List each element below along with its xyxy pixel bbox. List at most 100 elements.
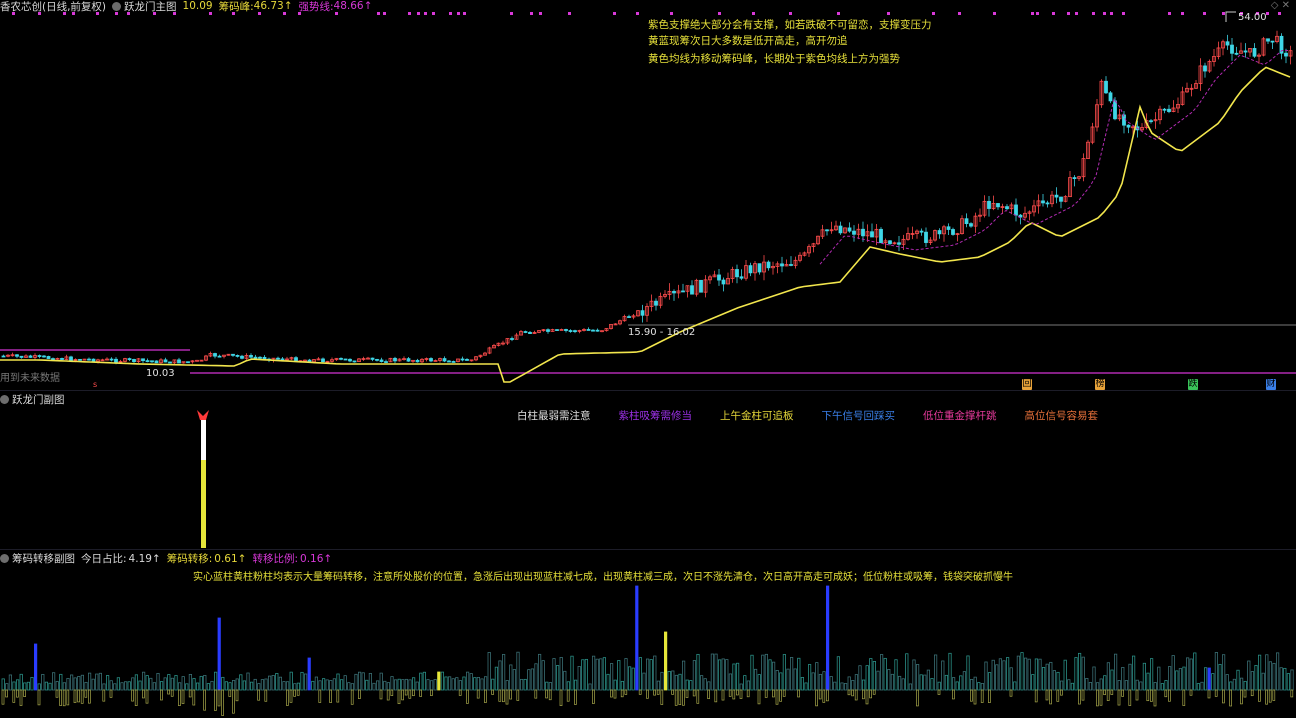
candle-body bbox=[861, 228, 865, 237]
transfer-bar-negative bbox=[534, 689, 538, 699]
transfer-bar bbox=[1229, 681, 1233, 691]
transfer-bar bbox=[264, 678, 268, 691]
transfer-bar-negative bbox=[1060, 689, 1063, 696]
transfer-bar-negative bbox=[509, 689, 512, 700]
transfer-bar bbox=[642, 672, 646, 691]
transfer-bar-negative bbox=[1049, 689, 1052, 705]
transfer-bar bbox=[646, 658, 650, 691]
transfer-bar bbox=[919, 674, 923, 691]
transfer-bar bbox=[501, 654, 506, 691]
transfer-bar-negative bbox=[728, 689, 732, 697]
transfer-bar bbox=[660, 671, 664, 691]
candle-body bbox=[258, 356, 262, 359]
transfer-bar bbox=[404, 678, 409, 691]
transfer-bar bbox=[231, 679, 236, 691]
transfer-bar-negative bbox=[1240, 689, 1243, 705]
transfer-bar bbox=[311, 680, 315, 691]
transfer-bar bbox=[253, 678, 257, 691]
transfer-bar-negative bbox=[620, 689, 624, 698]
settings-icon[interactable] bbox=[0, 554, 9, 563]
transfer-bar bbox=[757, 674, 761, 691]
transfer-bar-negative bbox=[847, 689, 851, 696]
transfer-bar bbox=[1049, 661, 1053, 691]
transfer-bar-negative bbox=[102, 689, 106, 702]
candle-body bbox=[1014, 204, 1018, 216]
transfer-bar bbox=[700, 675, 704, 691]
transfer-bar bbox=[588, 683, 592, 691]
candle-body bbox=[1243, 50, 1248, 53]
transfer-bar bbox=[1146, 672, 1150, 691]
transfer-bar-negative bbox=[1290, 689, 1294, 698]
transfer-bar-negative bbox=[1168, 689, 1171, 702]
transfer-bar-negative bbox=[37, 689, 41, 706]
transfer-bar-negative bbox=[257, 689, 260, 701]
transfer-bar-negative bbox=[1272, 689, 1276, 701]
transfer-bar bbox=[415, 681, 419, 691]
candle-body bbox=[1230, 44, 1234, 54]
transfer-bar bbox=[743, 675, 747, 691]
transfer-bar bbox=[242, 680, 246, 691]
transfer-bar bbox=[937, 681, 941, 691]
transfer-bar bbox=[375, 680, 380, 691]
transfer-bar bbox=[595, 658, 599, 691]
transfer-bar bbox=[282, 681, 286, 691]
candle-body bbox=[640, 310, 645, 316]
transfer-bar-negative bbox=[732, 689, 736, 700]
transfer-bar bbox=[988, 672, 992, 691]
candle-body bbox=[1266, 38, 1270, 42]
signal-dot bbox=[1278, 12, 1281, 15]
transfer-bar-negative bbox=[178, 689, 181, 706]
candle-body bbox=[60, 358, 64, 360]
sub2-chart[interactable] bbox=[0, 578, 1296, 718]
transfer-bar bbox=[88, 672, 92, 691]
transfer-bar bbox=[559, 657, 563, 691]
transfer-bar-negative bbox=[188, 689, 192, 698]
transfer-bar bbox=[570, 655, 574, 691]
candle-body bbox=[946, 226, 951, 230]
transfer-bar bbox=[163, 677, 167, 691]
sub2-title[interactable]: 筹码转移副图 bbox=[12, 553, 75, 565]
transfer-bar-negative bbox=[491, 689, 494, 695]
candle-body bbox=[1203, 65, 1207, 72]
transfer-bar-negative bbox=[232, 689, 235, 714]
sub1-chart[interactable] bbox=[0, 400, 1296, 550]
candle-body bbox=[690, 285, 694, 295]
transfer-bar bbox=[840, 682, 844, 691]
transfer-bar bbox=[91, 678, 95, 691]
transfer-bar bbox=[664, 631, 668, 691]
transfer-bar-negative bbox=[88, 689, 91, 704]
transfer-bar-negative bbox=[707, 689, 710, 699]
transfer-bar bbox=[566, 681, 571, 691]
range-label: 15.90 - 16.02 bbox=[628, 327, 696, 338]
event-tag[interactable]: 财 bbox=[1266, 379, 1276, 390]
candle-body bbox=[42, 355, 46, 358]
transfer-bar bbox=[1067, 679, 1071, 691]
event-tag[interactable]: 榜 bbox=[1095, 379, 1105, 390]
panel-divider bbox=[0, 549, 1296, 550]
transfer-bar bbox=[592, 655, 596, 691]
high-price-label: 54.00 bbox=[1238, 12, 1267, 23]
transfer-bar bbox=[1276, 652, 1280, 691]
transfer-bar-negative bbox=[293, 689, 296, 697]
transfer-bar bbox=[1247, 660, 1251, 691]
transfer-bar bbox=[1196, 683, 1200, 691]
transfer-bar bbox=[613, 679, 617, 691]
candle-body bbox=[262, 356, 267, 360]
transfer-bar bbox=[15, 679, 20, 691]
transfer-bar bbox=[599, 658, 603, 691]
event-tag[interactable]: 回 bbox=[1022, 379, 1032, 390]
transfer-bar bbox=[188, 674, 192, 691]
event-tag[interactable]: 跌 bbox=[1188, 379, 1198, 390]
transfer-bar bbox=[869, 658, 873, 691]
transfer-bar bbox=[447, 676, 452, 691]
transfer-bar bbox=[980, 683, 985, 691]
transfer-bar bbox=[674, 674, 679, 691]
transfer-bar bbox=[1034, 658, 1038, 691]
candle-body bbox=[555, 329, 559, 331]
transfer-bar-negative bbox=[16, 689, 19, 698]
transfer-bar bbox=[469, 673, 473, 691]
signal-dot bbox=[232, 12, 235, 15]
transfer-bar-negative bbox=[318, 689, 322, 703]
sub2-toggle[interactable]: 筹码转移副图 bbox=[0, 551, 75, 566]
transfer-bar bbox=[177, 682, 182, 691]
